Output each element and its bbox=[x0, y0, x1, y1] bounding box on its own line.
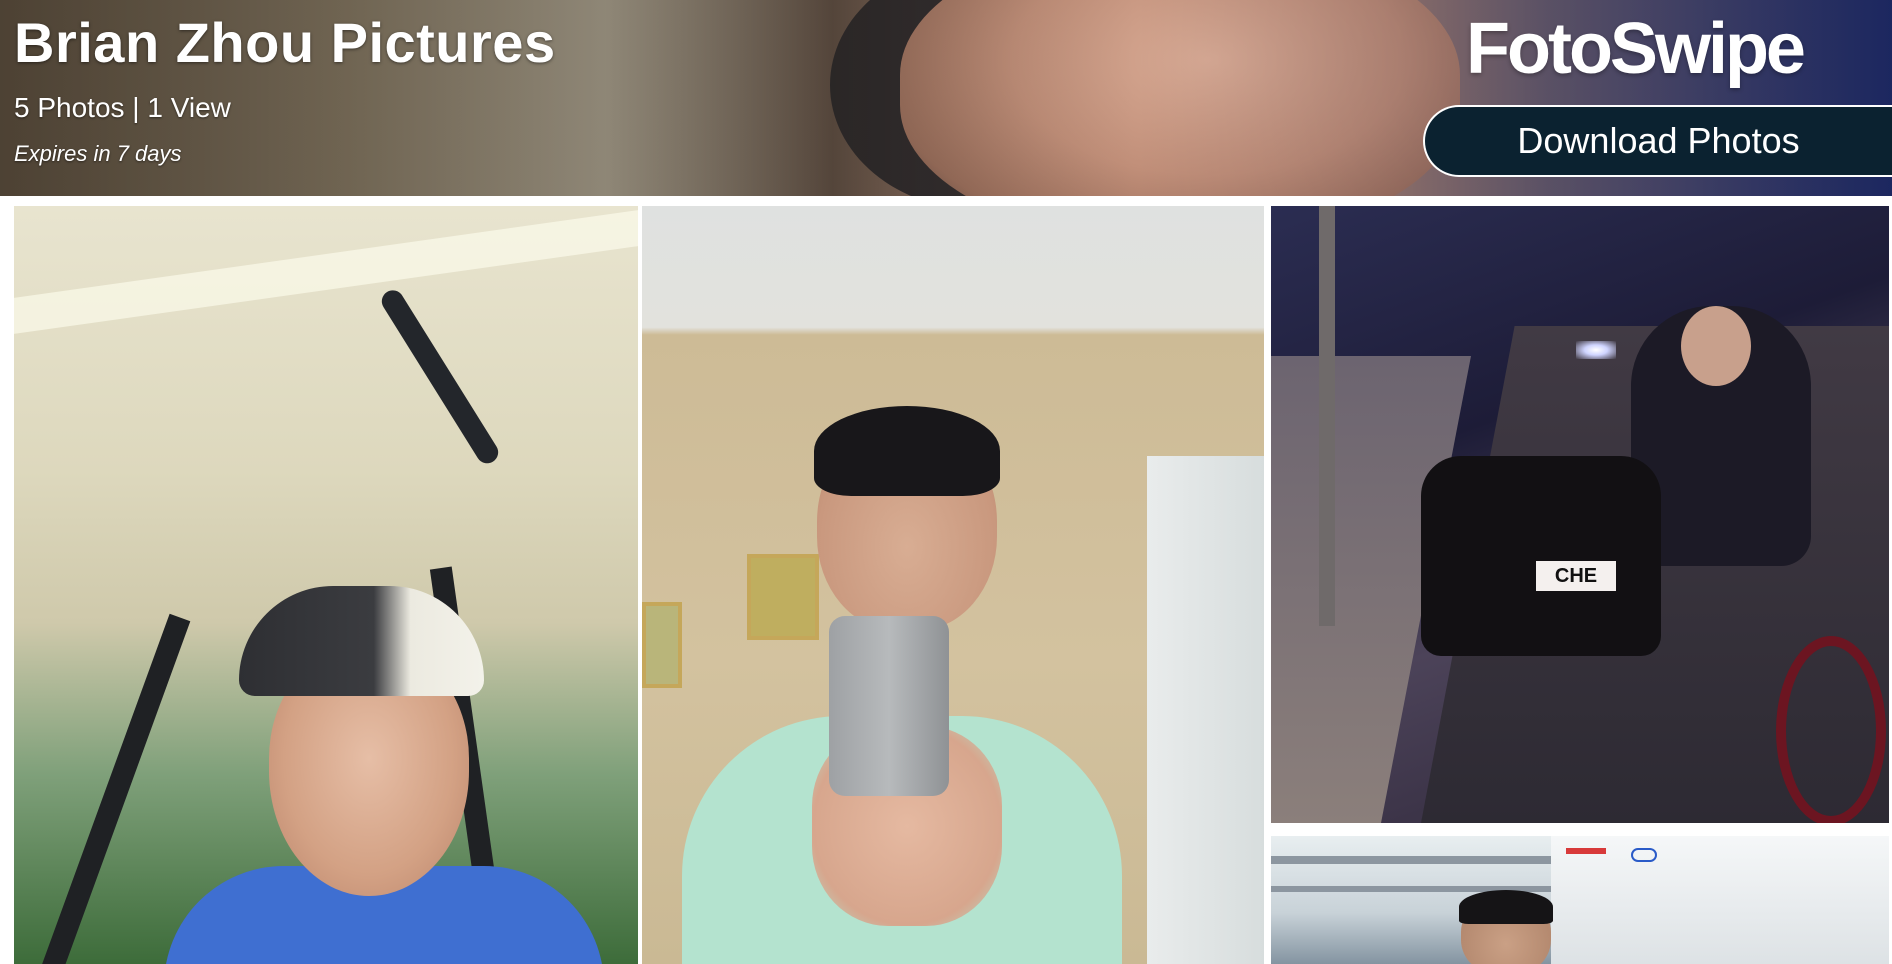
album-expiration: Expires in 7 days bbox=[14, 141, 182, 166]
album-stats: 5 Photos | 1 View bbox=[14, 92, 231, 123]
photo-detail bbox=[1776, 636, 1886, 823]
photo-detail bbox=[1576, 341, 1616, 359]
photo-detail bbox=[1551, 836, 1889, 964]
download-photos-button[interactable]: Download Photos bbox=[1423, 105, 1892, 177]
photo-detail bbox=[814, 406, 1000, 496]
photo-detail bbox=[1421, 456, 1661, 656]
photo-detail bbox=[377, 286, 503, 468]
fotoswipe-logo[interactable]: FotoSwipe bbox=[1466, 6, 1806, 92]
photo-thumbnail-4[interactable] bbox=[1271, 836, 1889, 964]
photo-detail bbox=[1681, 306, 1751, 386]
photo-detail bbox=[642, 602, 682, 688]
photo-detail bbox=[1459, 890, 1553, 924]
photo-detail bbox=[14, 210, 638, 334]
album-title: Brian Zhou Pictures bbox=[14, 11, 556, 74]
sidecar-emblem: CHE bbox=[1536, 561, 1616, 591]
photo-detail bbox=[1271, 856, 1551, 864]
photo-detail bbox=[39, 613, 191, 964]
photo-thumbnail-2[interactable] bbox=[642, 206, 1264, 964]
photo-thumbnail-3[interactable]: CHE bbox=[1271, 206, 1889, 823]
album-header: Brian Zhou Pictures 5 Photos | 1 View Ex… bbox=[0, 0, 1892, 196]
photo-detail bbox=[1566, 848, 1606, 854]
photo-detail bbox=[1319, 206, 1335, 626]
photo-detail bbox=[1147, 456, 1264, 964]
photo-detail bbox=[829, 616, 949, 796]
photo-gallery: CHE bbox=[0, 196, 1892, 964]
photo-detail bbox=[1631, 848, 1657, 862]
photo-detail bbox=[747, 554, 819, 640]
photo-thumbnail-1[interactable] bbox=[14, 206, 638, 964]
